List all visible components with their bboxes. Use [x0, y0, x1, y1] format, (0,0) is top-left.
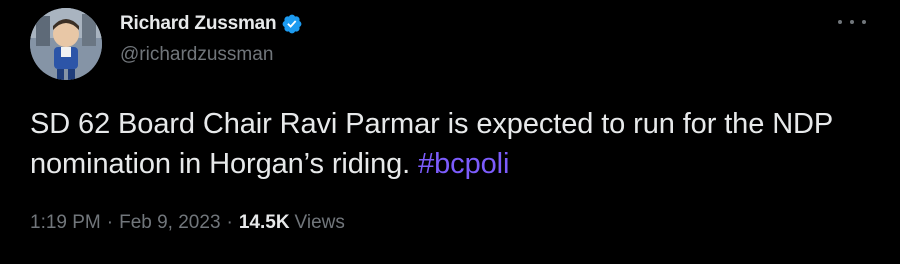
- more-dot: [838, 20, 842, 24]
- tweet-time[interactable]: 1:19 PM: [30, 212, 101, 234]
- author-name-row: Richard Zussman: [120, 12, 303, 36]
- more-dot: [862, 20, 866, 24]
- tweet-date[interactable]: Feb 9, 2023: [119, 212, 220, 234]
- tweet-text: SD 62 Board Chair Ravi Parmar is expecte…: [30, 104, 880, 184]
- avatar-image: [30, 8, 102, 80]
- meta-separator: ·: [106, 212, 114, 233]
- more-options-icon[interactable]: [838, 12, 866, 32]
- tweet-meta: 1:19 PM · Feb 9, 2023 · 14.5K Views: [30, 212, 345, 234]
- views-label: Views: [294, 212, 345, 233]
- author-handle[interactable]: @richardzussman: [120, 44, 273, 66]
- tweet: Richard Zussman @richardzussman SD 62 Bo…: [0, 0, 900, 264]
- meta-separator: ·: [226, 212, 233, 233]
- views-count: 14.5K: [238, 212, 290, 233]
- more-dot: [850, 20, 854, 24]
- verified-badge-icon[interactable]: [281, 13, 303, 35]
- avatar[interactable]: [30, 8, 102, 80]
- hashtag-link[interactable]: #bcpoli: [418, 148, 509, 180]
- author-display-name[interactable]: Richard Zussman: [120, 13, 277, 35]
